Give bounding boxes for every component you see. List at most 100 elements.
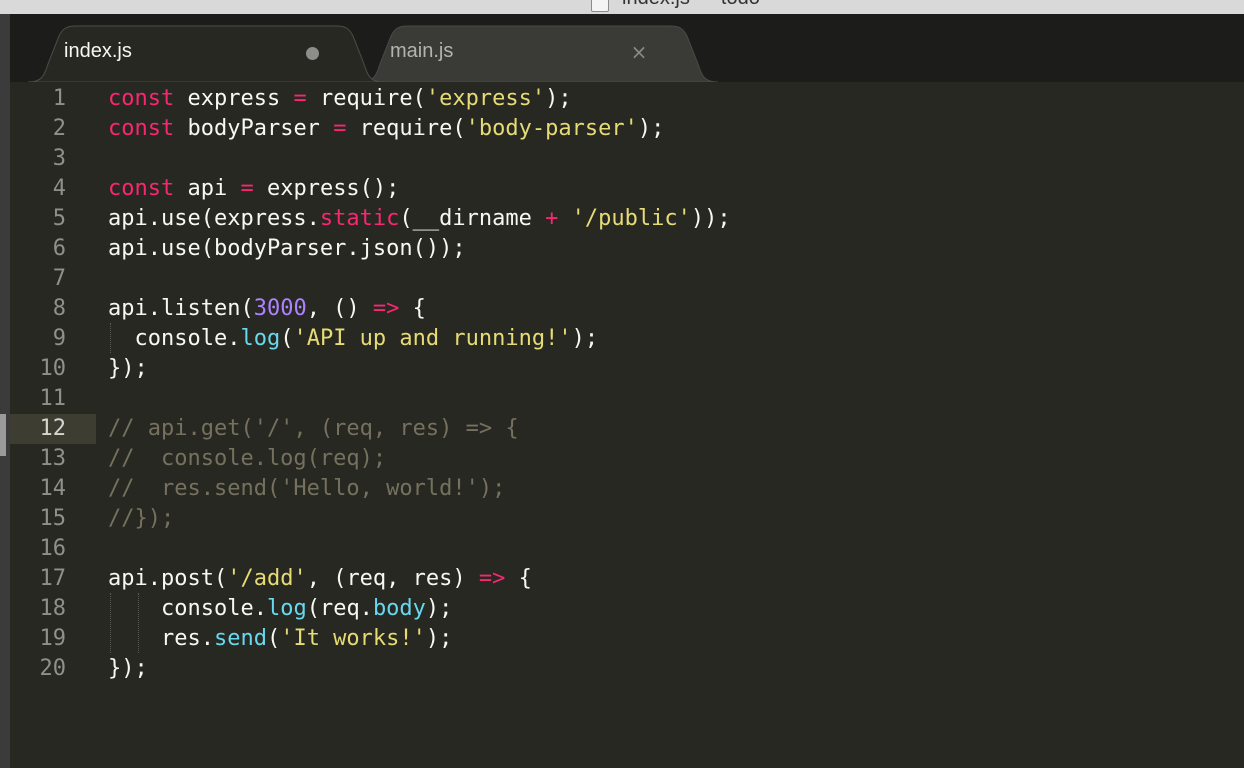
code-token: + bbox=[545, 206, 559, 231]
code-line[interactable]: // console.log(req); bbox=[108, 444, 386, 474]
code-token: }); bbox=[108, 356, 148, 381]
line-number: 5 bbox=[52, 206, 66, 231]
code-token: = bbox=[293, 86, 307, 111]
code-token: { bbox=[505, 566, 532, 591]
line-number: 1 bbox=[52, 86, 66, 111]
code-token: console. bbox=[108, 596, 267, 621]
dirty-dot-icon[interactable] bbox=[306, 47, 319, 60]
tab-index-label[interactable]: index.js bbox=[64, 40, 132, 63]
line-number: 7 bbox=[52, 266, 66, 291]
code-line[interactable]: }); bbox=[108, 654, 148, 684]
code-line[interactable]: api.use(express.static(__dirname + '/pub… bbox=[108, 204, 731, 234]
close-icon[interactable]: × bbox=[629, 41, 649, 63]
line-number: 6 bbox=[52, 236, 66, 261]
line-number: 18 bbox=[39, 596, 67, 621]
code-token: = bbox=[333, 116, 347, 141]
code-token: ( bbox=[266, 626, 281, 651]
line-number: 4 bbox=[52, 176, 66, 201]
code-token: ); bbox=[425, 596, 453, 621]
code-token: console. bbox=[108, 326, 241, 351]
code-token: api.use(express. bbox=[108, 206, 320, 231]
line-number: 17 bbox=[39, 566, 67, 591]
line-number: 19 bbox=[39, 626, 67, 651]
code-token: 'express' bbox=[425, 86, 546, 111]
code-token: const bbox=[108, 116, 175, 141]
code-token: // res.send('Hello, world!'); bbox=[108, 476, 506, 501]
line-number: 9 bbox=[52, 326, 66, 351]
code-token: res. bbox=[108, 626, 214, 651]
code-token: send bbox=[213, 626, 267, 651]
line-number: 12 bbox=[39, 416, 67, 441]
code-token: = bbox=[240, 176, 254, 201]
code-token: => bbox=[478, 566, 506, 591]
code-token: 3000 bbox=[253, 296, 307, 321]
line-number: 2 bbox=[52, 116, 66, 141]
code-token: , () bbox=[306, 296, 373, 321]
code-token: '/public' bbox=[571, 206, 691, 231]
line-number: 14 bbox=[39, 476, 67, 501]
code-token: ); bbox=[637, 116, 665, 141]
code-token: log bbox=[266, 596, 307, 621]
line-number-gutter: 1 2 3 4 5 6 7 8 9 10 11 12 13 14 15 16 17 18 19 20 bbox=[10, 82, 96, 768]
code-token: '/add' bbox=[227, 566, 307, 591]
code-line[interactable]: console.log('API up and running!'); bbox=[108, 324, 598, 354]
code-token: // api.get('/', (req, res) => { bbox=[108, 416, 519, 441]
code-token: // console.log(req); bbox=[108, 446, 387, 471]
line-number: 16 bbox=[39, 536, 67, 561]
code-token: require( bbox=[306, 86, 426, 111]
code-line[interactable]: api.use(bodyParser.json()); bbox=[108, 234, 466, 264]
tab-main-label[interactable]: main.js bbox=[390, 40, 453, 63]
code-line[interactable]: //}); bbox=[108, 504, 174, 534]
code-line[interactable]: api.post('/add', (req, res) => { bbox=[108, 564, 532, 594]
code-token: { bbox=[399, 296, 426, 321]
code-token: body bbox=[372, 596, 426, 621]
code-token: ( bbox=[280, 326, 294, 351]
code-line[interactable]: res.send('It works!'); bbox=[108, 624, 452, 654]
window-title: index.js — todo bbox=[622, 0, 822, 10]
line-number: 3 bbox=[52, 146, 66, 171]
code-token: ); bbox=[425, 626, 453, 651]
code-token: static bbox=[319, 206, 400, 231]
line-number: 10 bbox=[39, 356, 67, 381]
code-line[interactable]: }); bbox=[108, 354, 148, 384]
code-token: const bbox=[108, 86, 175, 111]
code-token: api bbox=[174, 176, 241, 201]
code-token: ); bbox=[571, 326, 599, 351]
line-number: 13 bbox=[39, 446, 67, 471]
code-token: 'API up and running!' bbox=[293, 326, 572, 351]
code-token: api.post( bbox=[108, 566, 228, 591]
tab-bar: index.js main.js × bbox=[10, 14, 1244, 82]
line-number: 8 bbox=[52, 296, 66, 321]
code-token: //}); bbox=[108, 506, 175, 531]
code-token: const bbox=[108, 176, 175, 201]
code-token: , (req, res) bbox=[306, 566, 479, 591]
code-line[interactable]: const api = express(); bbox=[108, 174, 399, 204]
code-token: ); bbox=[545, 86, 572, 111]
code-line[interactable]: console.log(req.body); bbox=[108, 594, 452, 624]
code-line[interactable]: api.listen(3000, () => { bbox=[108, 294, 426, 324]
code-token: bodyParser bbox=[174, 116, 334, 141]
code-line[interactable]: // api.get('/', (req, res) => { bbox=[108, 414, 519, 444]
code-token: express bbox=[174, 86, 294, 111]
scroll-position-marker bbox=[0, 414, 6, 456]
line-number: 15 bbox=[39, 506, 67, 531]
code-token: (req. bbox=[306, 596, 373, 621]
code-line[interactable]: // res.send('Hello, world!'); bbox=[108, 474, 505, 504]
code-token: log bbox=[240, 326, 281, 351]
code-token: 'body-parser' bbox=[465, 116, 638, 141]
code-token: }); bbox=[108, 656, 148, 681]
code-editor[interactable]: const express = require('express'); const… bbox=[108, 84, 1228, 737]
code-token: )); bbox=[690, 206, 731, 231]
code-token: 'It works!' bbox=[280, 626, 426, 651]
code-token: require( bbox=[346, 116, 466, 141]
document-icon bbox=[591, 0, 609, 12]
code-line[interactable]: const express = require('express'); bbox=[108, 84, 572, 114]
code-token: (__dirname bbox=[399, 206, 546, 231]
code-token: api.use(bodyParser.json()); bbox=[108, 236, 466, 261]
code-line[interactable]: const bodyParser = require('body-parser'… bbox=[108, 114, 664, 144]
line-number: 11 bbox=[39, 386, 67, 411]
line-number: 20 bbox=[39, 656, 67, 681]
window-titlebar: index.js — todo bbox=[0, 0, 1244, 15]
code-token: => bbox=[372, 296, 400, 321]
